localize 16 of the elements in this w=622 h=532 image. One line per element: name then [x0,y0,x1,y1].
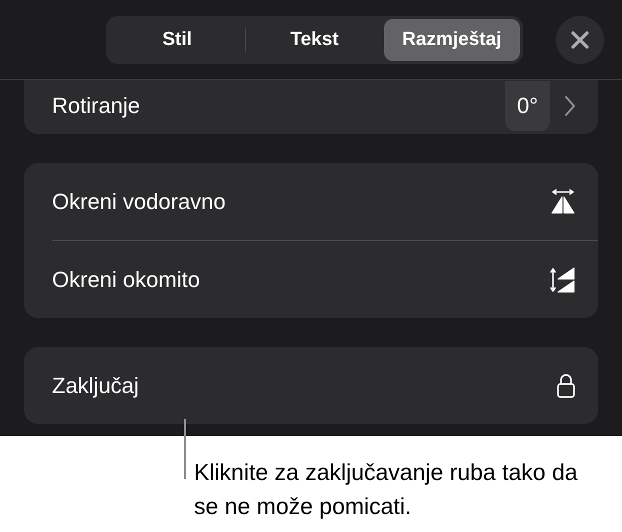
chevron-icon[interactable] [564,94,576,116]
tab[interactable]: Stil [109,18,246,60]
row-label[interactable]: Zaključaj [52,372,556,398]
tab[interactable]: Tekst [246,18,383,60]
flip-horizontal-icon[interactable] [550,188,576,214]
lock-icon[interactable] [556,372,576,398]
tab[interactable]: Razmještaj [384,18,520,60]
flip-vertical-icon[interactable] [550,266,576,292]
close-icon [570,30,590,50]
row-label[interactable]: Okreni okomito [52,266,550,292]
row-label[interactable]: Rotiranje [52,92,505,118]
value-field[interactable]: 0° [504,80,550,130]
callout-text: Kliknite za zaključavanje ruba tako da se ne može pomicati. [194,458,579,521]
leader-line [184,419,186,479]
close-button[interactable] [556,16,604,64]
row-label[interactable]: Okreni vodoravno [52,188,550,214]
